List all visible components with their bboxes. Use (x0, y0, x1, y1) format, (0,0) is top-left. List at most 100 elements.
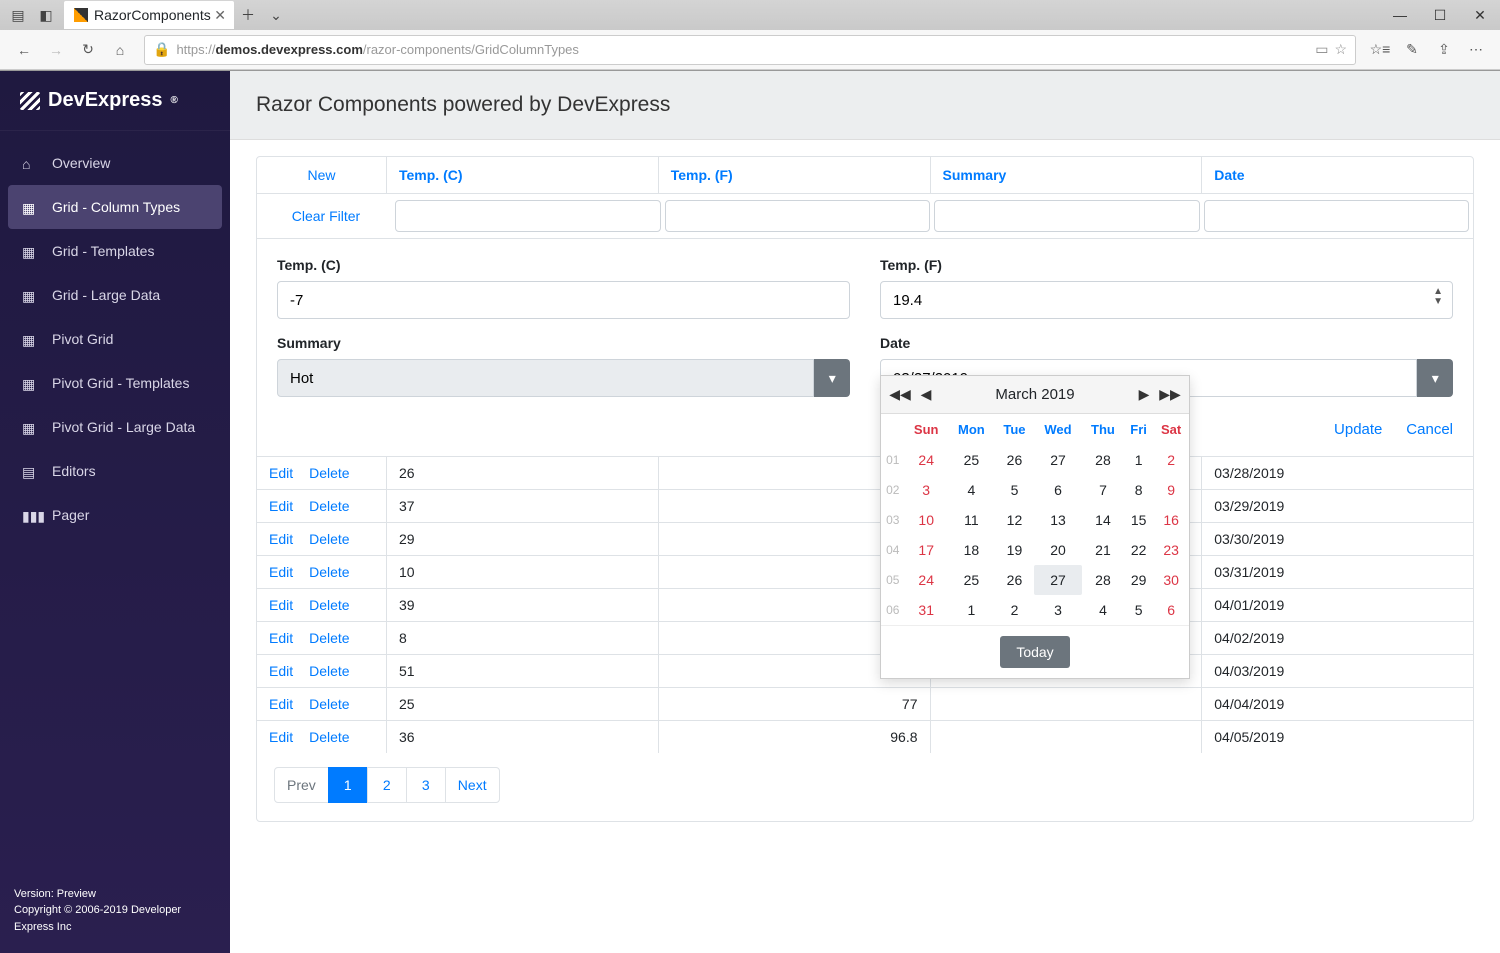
cal-day[interactable]: 1 (948, 595, 995, 625)
edit-button[interactable]: Edit (269, 663, 293, 679)
cal-day[interactable]: 12 (995, 505, 1034, 535)
delete-button[interactable]: Delete (309, 597, 349, 613)
sidebar-item-pivot-grid-large-data[interactable]: ▦Pivot Grid - Large Data (8, 405, 222, 449)
cal-day[interactable]: 29 (1124, 565, 1153, 595)
edit-button[interactable]: Edit (269, 531, 293, 547)
cal-day[interactable]: 2 (1153, 445, 1189, 475)
cal-day[interactable]: 27 (1034, 565, 1082, 595)
cal-day[interactable]: 8 (1124, 475, 1153, 505)
cal-day[interactable]: 18 (948, 535, 995, 565)
delete-button[interactable]: Delete (309, 696, 349, 712)
notes-button[interactable]: ✎ (1396, 34, 1428, 66)
edit-button[interactable]: Edit (269, 465, 293, 481)
cal-day[interactable]: 26 (995, 565, 1034, 595)
column-header-summary[interactable]: Summary (931, 157, 1203, 193)
delete-button[interactable]: Delete (309, 630, 349, 646)
favorite-icon[interactable]: ☆ (1334, 41, 1347, 58)
cal-day[interactable]: 2 (995, 595, 1034, 625)
cal-day[interactable]: 24 (905, 565, 948, 595)
sidebar-item-pivot-grid-templates[interactable]: ▦Pivot Grid - Templates (8, 361, 222, 405)
window-maximize-button[interactable]: ☐ (1420, 0, 1460, 30)
cal-day[interactable]: 30 (1153, 565, 1189, 595)
back-button[interactable]: ← (8, 34, 40, 66)
address-bar[interactable]: 🔒 https://demos.devexpress.com/razor-com… (144, 35, 1356, 65)
pager-next[interactable]: Next (445, 767, 500, 803)
input-summary[interactable] (277, 359, 814, 397)
home-button[interactable]: ⌂ (104, 34, 136, 66)
cal-title[interactable]: March 2019 (941, 386, 1129, 403)
edit-button[interactable]: Edit (269, 564, 293, 580)
cal-day[interactable]: 26 (995, 445, 1034, 475)
forward-button[interactable]: → (40, 34, 72, 66)
update-button[interactable]: Update (1334, 421, 1382, 438)
cal-day[interactable]: 9 (1153, 475, 1189, 505)
cal-day[interactable]: 3 (905, 475, 948, 505)
spin-buttons[interactable]: ▲▼ (1433, 287, 1443, 307)
favorites-button[interactable]: ☆≡ (1364, 34, 1396, 66)
reading-mode-icon[interactable]: ▭ (1315, 41, 1328, 58)
date-dropdown-button[interactable]: ▾ (1417, 359, 1453, 397)
sidebar-item-pager[interactable]: ▮▮▮Pager (8, 493, 222, 537)
cal-day[interactable]: 21 (1082, 535, 1124, 565)
sidebar-toggle-icon[interactable]: ◧ (34, 3, 58, 27)
delete-button[interactable]: Delete (309, 729, 349, 745)
delete-button[interactable]: Delete (309, 531, 349, 547)
sidebar-item-editors[interactable]: ▤Editors (8, 449, 222, 493)
pager-page[interactable]: 2 (367, 767, 407, 803)
cal-day[interactable]: 6 (1034, 475, 1082, 505)
cal-day[interactable]: 20 (1034, 535, 1082, 565)
cal-prev-month-button[interactable]: ◀ (915, 386, 937, 403)
cal-day[interactable]: 4 (1082, 595, 1124, 625)
column-header-temp-f[interactable]: Temp. (F) (659, 157, 931, 193)
cal-day[interactable]: 1 (1124, 445, 1153, 475)
input-temp-f[interactable] (880, 281, 1453, 319)
sidebar-item-grid-templates[interactable]: ▦Grid - Templates (8, 229, 222, 273)
edit-button[interactable]: Edit (269, 630, 293, 646)
sidebar-item-grid-column-types[interactable]: ▦Grid - Column Types (8, 185, 222, 229)
cal-day[interactable]: 5 (995, 475, 1034, 505)
share-button[interactable]: ⇪ (1428, 34, 1460, 66)
filter-temp-f[interactable] (665, 200, 931, 232)
edit-button[interactable]: Edit (269, 597, 293, 613)
tab-actions-icon[interactable]: ▤ (6, 3, 30, 27)
cal-day[interactable]: 27 (1034, 445, 1082, 475)
edit-button[interactable]: Edit (269, 498, 293, 514)
cal-day[interactable]: 17 (905, 535, 948, 565)
cal-day[interactable]: 4 (948, 475, 995, 505)
edit-button[interactable]: Edit (269, 696, 293, 712)
cal-next-year-button[interactable]: ▶▶ (1159, 386, 1181, 403)
new-row-button[interactable]: New (307, 167, 335, 183)
cal-next-month-button[interactable]: ▶ (1133, 386, 1155, 403)
cal-day[interactable]: 28 (1082, 445, 1124, 475)
cal-day[interactable]: 25 (948, 445, 995, 475)
cal-day[interactable]: 11 (948, 505, 995, 535)
pager-page[interactable]: 1 (328, 767, 368, 803)
cal-day[interactable]: 13 (1034, 505, 1082, 535)
pager-page[interactable]: 3 (406, 767, 446, 803)
summary-dropdown-button[interactable]: ▾ (814, 359, 850, 397)
filter-date[interactable] (1204, 200, 1470, 232)
cal-day[interactable]: 6 (1153, 595, 1189, 625)
filter-summary[interactable] (934, 200, 1200, 232)
tab-dropdown-icon[interactable]: ⌄ (262, 1, 290, 29)
cal-day[interactable]: 16 (1153, 505, 1189, 535)
filter-temp-c[interactable] (395, 200, 661, 232)
refresh-button[interactable]: ↻ (72, 34, 104, 66)
column-header-temp-c[interactable]: Temp. (C) (387, 157, 659, 193)
cal-prev-year-button[interactable]: ◀◀ (889, 386, 911, 403)
new-tab-button[interactable]: ＋ (234, 1, 262, 29)
cal-day[interactable]: 22 (1124, 535, 1153, 565)
cal-day[interactable]: 28 (1082, 565, 1124, 595)
edit-button[interactable]: Edit (269, 729, 293, 745)
cal-day[interactable]: 14 (1082, 505, 1124, 535)
window-minimize-button[interactable]: — (1380, 0, 1420, 30)
delete-button[interactable]: Delete (309, 465, 349, 481)
cal-day[interactable]: 15 (1124, 505, 1153, 535)
sidebar-item-pivot-grid[interactable]: ▦Pivot Grid (8, 317, 222, 361)
cal-day[interactable]: 7 (1082, 475, 1124, 505)
cal-day[interactable]: 24 (905, 445, 948, 475)
cal-day[interactable]: 3 (1034, 595, 1082, 625)
delete-button[interactable]: Delete (309, 498, 349, 514)
window-close-button[interactable]: ✕ (1460, 0, 1500, 30)
cancel-button[interactable]: Cancel (1406, 421, 1453, 438)
